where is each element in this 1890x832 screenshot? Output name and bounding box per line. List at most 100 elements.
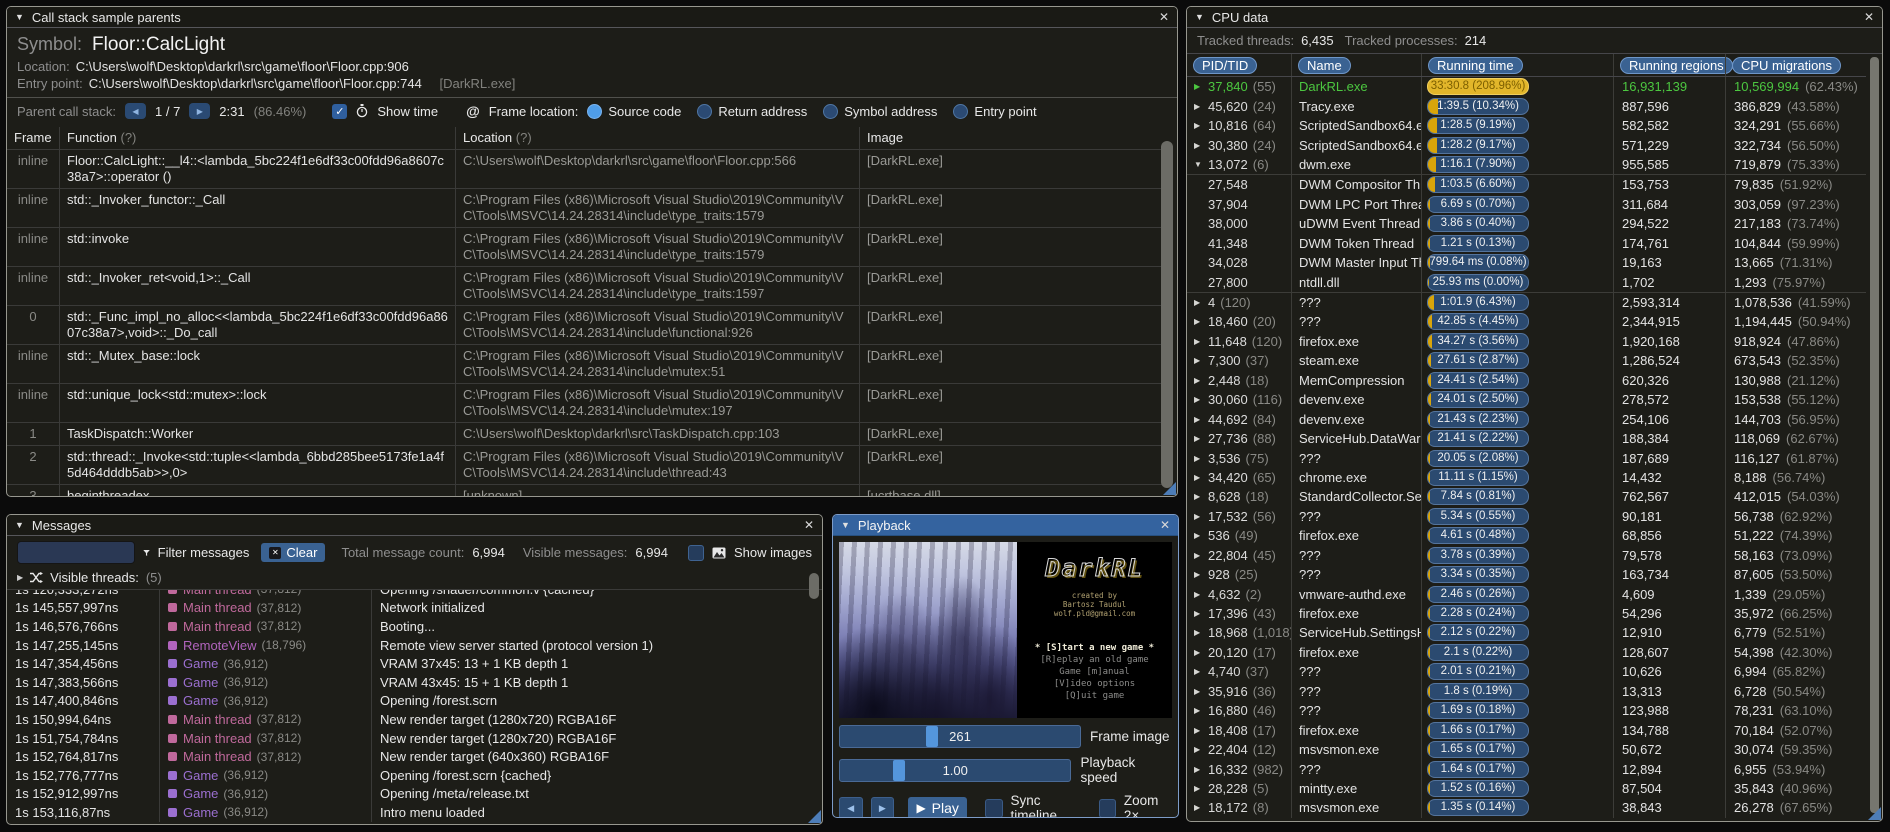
expand-icon[interactable]: ▶ [1194,395,1208,404]
column-header-image[interactable]: Image [859,127,1169,149]
messages-titlebar[interactable]: ▼ Messages ✕ [7,515,822,536]
resize-grip[interactable] [1868,807,1881,820]
resize-grip[interactable] [1163,482,1176,495]
prev-frame-button[interactable]: ◀ [125,103,146,119]
collapse-icon[interactable]: ▼ [15,12,24,22]
expand-icon[interactable]: ▶ [1194,648,1208,657]
collapse-icon[interactable]: ▼ [1194,160,1208,169]
expand-icon[interactable]: ▶ [1194,784,1208,793]
expand-icon[interactable]: ▶ [1194,745,1208,754]
cpu-row[interactable]: ▶ 20,120 (17) firefox.exe 2.1 s (0.22%) 128,6… [1187,642,1866,663]
cpu-row[interactable]: ▶ 18,460 (20)??? 42.85 s (4.45%) 2,344,915 1,… [1187,312,1866,332]
list-item[interactable]: 1s 120,333,272ns Main thread (37,812) Openi… [7,590,822,599]
expand-icon[interactable]: ▶ [1194,141,1208,150]
cpu-row[interactable]: ▶ 11,648 (120) firefox.exe 34.27 s (3.56%) 1,… [1187,331,1866,352]
show-time-checkbox[interactable]: ✓ [332,103,348,119]
list-item[interactable]: 1s 150,994,64ns Main thread (37,812) New re… [7,710,822,729]
resize-grip[interactable] [808,810,821,823]
table-row[interactable]: inline std::_Mutex_base::lock C:\Program F… [7,344,1169,383]
cpu-row[interactable]: ▶ 22,804 (45)??? 3.78 s (0.39%) 79,578 58,163… [1187,545,1866,565]
callstack-scrollbar[interactable] [1161,141,1173,488]
messages-scrollbar[interactable] [809,573,819,599]
expand-icon[interactable]: ▶ [1194,121,1208,130]
expand-icon[interactable]: ▶ [1194,687,1208,696]
playback-speed-slider[interactable]: 1.00 [839,758,1072,782]
cpu-row[interactable]: ▶ 17,532 (56)??? 5.34 s (0.55%) 90,181 56,738… [1187,506,1866,527]
cpu-row[interactable]: 27,800 ntdll.dll 25.93 ms (0.00%) 1,702 1,29… [1187,272,1866,292]
cpu-row[interactable]: ▶ 18,408 (17) firefox.exe 1.66 s (0.17%) 134,… [1187,720,1866,740]
table-row[interactable]: inline std::unique_lock<std::mutex>::lock… [7,383,1169,422]
column-header-running-time[interactable]: Running time [1421,54,1613,76]
frame-location-radio-symbol-address[interactable]: Symbol address [823,103,937,119]
frame-location-radio-return-address[interactable]: Return address [697,103,807,119]
cpu-row[interactable]: ▶ 18,172 (8) msvsmon.exe 1.35 s (0.14%) 38,84… [1187,798,1866,818]
cpu-table[interactable]: ▶ 37,840 (55) DarkRL.exe 33:30.8 (208.96%) 16… [1187,77,1866,818]
cpu-row[interactable]: ▶ 4 (120)??? 1:01.9 (6.43%) 2,593,314 1,078,5… [1187,291,1866,313]
list-item[interactable]: 1s 153,116,87ns Game (36,912) Intro menu lo… [7,803,822,822]
cpu-row[interactable]: ▶ 16,332 (982)??? 1.64 s (0.17%) 12,894 6,955… [1187,759,1866,779]
cpu-row[interactable]: ▶ 35,916 (36)??? 1.8 s (0.19%) 13,313 6,728 (5… [1187,681,1866,701]
cpu-row[interactable]: ▶ 45,620 (24) Tracy.exe 1:39.5 (10.34%) 887,5… [1187,96,1866,116]
close-icon[interactable]: ✕ [1159,10,1169,24]
cpu-row[interactable]: ▶ 28,228 (5) mintty.exe 1.52 s (0.16%) 87,504… [1187,778,1866,799]
expand-icon[interactable]: ▶ [1194,376,1208,385]
expand-icon[interactable]: ▶ [1194,434,1208,443]
list-item[interactable]: 1s 147,383,566ns Game (36,912) VRAM 43x45: … [7,672,822,692]
expand-icon[interactable]: ▶ [1194,298,1208,307]
close-icon[interactable]: ✕ [1160,518,1170,532]
cpu-row[interactable]: ▼ 13,072 (6) dwm.exe 1:16.1 (7.90%) 955,585 71… [1187,154,1866,175]
frame-image-slider[interactable]: 261 [839,725,1081,748]
list-item[interactable]: 1s 152,912,997ns Game (36,912) Opening /met… [7,784,822,804]
filter-input[interactable] [17,541,135,564]
sync-timeline-checkbox[interactable] [985,798,1003,817]
expand-icon[interactable]: ▶ [1194,531,1208,540]
cpu-row[interactable]: ▶ 536 (49) firefox.exe 4.61 s (0.48%) 68,856 5… [1187,526,1866,546]
expand-icon[interactable]: ▶ [1194,706,1208,715]
cpu-row[interactable]: 38,000 uDWM Event Thread 3.86 s (0.40%) 294… [1187,214,1866,234]
cpu-row[interactable]: ▶30,380(24)ScriptedSandbox64.exe1:28.2 (… [1187,135,1866,155]
table-row[interactable]: 2 std::thread::_Invoke<std::tuple<<lambda… [7,445,1169,484]
cpu-row[interactable]: 37,904 DWM LPC Port Thread 6.69 s (0.70%) 3… [1187,194,1866,215]
prev-frame-button[interactable]: ◀ [839,796,863,817]
cpu-row[interactable]: ▶8,628(18)StandardCollector.Service.exe7… [1187,487,1866,507]
next-frame-button[interactable]: ▶ [870,796,895,817]
cpu-row[interactable]: ▶ 37,840 (55) DarkRL.exe 33:30.8 (208.96%) 16… [1187,77,1866,97]
cpu-row[interactable]: 34,028 DWM Master Input Thread 799.64 ms (… [1187,252,1866,273]
column-header-running-regions[interactable]: Running regions [1613,54,1733,76]
show-images-checkbox[interactable] [687,544,704,561]
cpu-row[interactable]: ▶27,736(88)ServiceHub.DataWarehouseHost.… [1187,428,1866,449]
expand-icon[interactable]: ▶ [1194,415,1208,424]
playback-titlebar[interactable]: ▼ Playback ✕ [833,515,1178,536]
expand-icon[interactable]: ▶ [1194,454,1208,463]
cpu-row[interactable]: ▶ 3,536 (75)??? 20.05 s (2.08%) 187,689 116,1… [1187,448,1866,468]
cpu-row[interactable]: ▶ 16,880 (46)??? 1.69 s (0.18%) 123,988 78,23… [1187,701,1866,721]
list-item[interactable]: 1s 152,776,777ns Game (36,912) Opening /for… [7,765,822,785]
list-item[interactable]: 1s 152,764,817ns Main thread (37,812) New r… [7,747,822,766]
expand-icon[interactable]: ▶ [1194,590,1208,599]
table-row[interactable]: 0 std::_Func_impl_no_alloc<<lambda_5bc224… [7,305,1169,344]
cpu-row[interactable]: ▶ 17,396 (43) firefox.exe 2.28 s (0.24%) 54,2… [1187,603,1866,624]
play-button[interactable]: ▶ Play [908,796,968,817]
column-header-function[interactable]: Function (?) [59,127,455,149]
column-header-frame[interactable]: Frame [7,127,59,149]
table-row[interactable]: 1 TaskDispatch::Worker C:\Users\wolf\Deskt… [7,422,1169,445]
cpu-row[interactable]: ▶ 4,740 (37)??? 2.01 s (0.21%) 10,626 6,994 (6… [1187,662,1866,682]
table-row[interactable]: inline std::invoke C:\Program Files (x86)\… [7,227,1169,266]
column-header-location[interactable]: Location (?) [455,127,859,149]
list-item[interactable]: 1s 147,400,846ns Game (36,912) Opening /for… [7,691,822,711]
expand-icon[interactable]: ▶ [1194,667,1208,676]
column-header-cpu-migrations[interactable]: CPU migrations [1725,54,1866,76]
expand-icon[interactable]: ▶ [1194,82,1208,91]
list-item[interactable]: 1s 145,557,997ns Main thread (37,812) Netwo… [7,598,822,618]
cpu-row[interactable]: ▶ 22,404 (12) msvsmon.exe 1.65 s (0.17%) 50,6… [1187,739,1866,760]
list-item[interactable]: 1s 146,576,766ns Main thread (37,812) Booti… [7,617,822,636]
table-row[interactable]: inline std::_Invoker_ret<void,1>::_Call C:… [7,266,1169,305]
expand-icon[interactable]: ▶ [1194,473,1208,482]
expand-icon[interactable]: ▶ [1194,765,1208,774]
zoom-2x-checkbox[interactable] [1098,798,1116,817]
cpu-row[interactable]: ▶10,816(64)ScriptedSandbox64.exe1:28.5 (… [1187,115,1866,136]
messages-list[interactable]: 1s 120,333,272ns Main thread (37,812) Openi… [7,589,822,824]
close-icon[interactable]: ✕ [1864,10,1874,24]
list-item[interactable]: 1s 151,754,784ns Main thread (37,812) New r… [7,728,822,748]
expand-icon[interactable]: ▶ [1194,337,1208,346]
